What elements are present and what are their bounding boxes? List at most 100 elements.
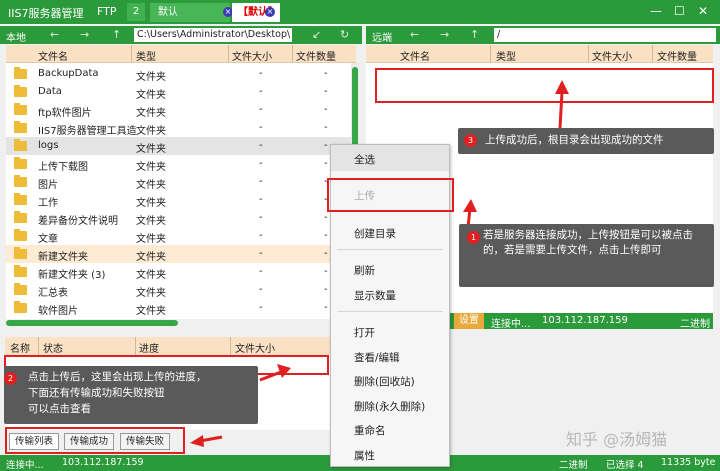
folder-icon	[14, 157, 27, 169]
menu-delete-recycle[interactable]: 删除(回收站)	[354, 374, 415, 389]
menu-open[interactable]: 打开	[354, 325, 375, 340]
file-row[interactable]: 新建文件夹 (3) 文件夹 - -	[6, 263, 351, 281]
file-row[interactable]: Data 文件夹 - -	[6, 83, 351, 101]
file-row[interactable]: 新建文件夹 文件夹 - -	[6, 245, 351, 263]
file-type: 文件夹	[136, 306, 166, 317]
badge-3: 3	[464, 134, 477, 147]
note-2-line-3: 可以点击查看	[28, 403, 91, 415]
file-count: -	[324, 122, 328, 133]
local-label: 本地	[6, 33, 26, 44]
file-size: -	[259, 68, 263, 79]
refresh-icon[interactable]: ↻	[340, 28, 349, 41]
file-type: 文件夹	[136, 216, 166, 227]
remote-highlight-box	[375, 68, 714, 103]
file-type: 文件夹	[136, 126, 166, 137]
maximize-icon[interactable]: ☐	[674, 4, 685, 18]
col-filesize[interactable]: 文件大小	[235, 340, 275, 355]
tab-number[interactable]: 2	[127, 3, 145, 21]
tab-default[interactable]: 默认	[150, 3, 230, 22]
arrow-up-icon[interactable]: ↑	[112, 28, 121, 41]
menu-properties[interactable]: 属性	[354, 448, 375, 463]
folder-icon	[14, 121, 27, 133]
app-title: IIS7服务器管理	[8, 7, 84, 20]
menu-create-directory[interactable]: 创建目录	[354, 226, 396, 241]
file-name: 图片	[38, 180, 58, 191]
menu-select-all[interactable]: 全选	[354, 152, 375, 167]
file-name: 新建文件夹 (3)	[38, 270, 106, 281]
folder-icon	[14, 67, 27, 79]
arrow-left-icon[interactable]: ←	[410, 28, 419, 41]
file-row[interactable]: 文章 文件夹 - -	[6, 227, 351, 245]
file-row[interactable]: 软件图片 文件夹 - -	[6, 299, 351, 317]
col-progress[interactable]: 进度	[139, 340, 159, 355]
file-count: -	[324, 230, 328, 241]
col-filename[interactable]: 文件名	[400, 48, 430, 63]
file-type: 文件夹	[136, 108, 166, 119]
col-type[interactable]: 类型	[136, 48, 156, 63]
file-row[interactable]: 差异备份文件说明 文件夹 - -	[6, 209, 351, 227]
file-count: -	[324, 266, 328, 277]
note-2-line-2: 下面还有传输成功和失败按钮	[28, 387, 165, 399]
file-size: -	[259, 266, 263, 277]
menu-hover-highlight	[331, 145, 449, 171]
menu-show-count[interactable]: 显示数量	[354, 288, 396, 303]
note-2-line-1: 点击上传后，这里会出现上传的进度，	[28, 371, 207, 383]
remote-label: 远端	[372, 33, 392, 44]
file-row[interactable]: logs 文件夹 - -	[6, 137, 351, 155]
remote-connection-status: 连接中...	[491, 319, 531, 330]
close-window-icon[interactable]: ✕	[698, 4, 708, 18]
file-count: -	[324, 284, 328, 295]
folder-icon	[14, 283, 27, 295]
col-count[interactable]: 文件数量	[657, 48, 697, 63]
col-count[interactable]: 文件数量	[296, 48, 336, 63]
arrow-right-icon[interactable]: →	[440, 28, 449, 41]
col-status[interactable]: 状态	[43, 340, 63, 355]
file-row[interactable]: ftp软件图片 文件夹 - -	[6, 101, 351, 119]
arrow-left-icon[interactable]: ←	[50, 28, 59, 41]
arrow-down-left-icon[interactable]: ↙	[312, 28, 321, 41]
remote-path-bar: 远端 ← → ↑ /	[366, 26, 720, 44]
tab-default-label: 默认	[158, 7, 178, 18]
file-size: -	[259, 212, 263, 223]
file-row[interactable]: 上传下载图 文件夹 - -	[6, 155, 351, 173]
file-row[interactable]: 汇总表 文件夹 - -	[6, 281, 351, 299]
file-size: -	[259, 248, 263, 259]
folder-icon	[14, 85, 27, 97]
col-name[interactable]: 名称	[10, 340, 30, 355]
remote-path-input[interactable]: /	[494, 28, 716, 42]
file-count: -	[324, 158, 328, 169]
menu-rename[interactable]: 重命名	[354, 423, 386, 438]
file-row[interactable]: IIS7服务器管理工具造 文件夹 - -	[6, 119, 351, 137]
col-type[interactable]: 类型	[496, 48, 516, 63]
file-count: -	[324, 248, 328, 259]
col-size[interactable]: 文件大小	[232, 48, 272, 63]
file-name: logs	[38, 140, 59, 151]
file-count: -	[324, 68, 328, 79]
badge-2: 2	[4, 372, 17, 385]
file-size: -	[259, 302, 263, 313]
local-horizontal-scrollbar[interactable]	[6, 320, 178, 326]
menu-view-edit[interactable]: 查看/编辑	[354, 350, 400, 365]
local-file-list[interactable]: BackupData 文件夹 - - Data 文件夹 - - ftp软件图片 …	[6, 63, 351, 319]
minimize-icon[interactable]: —	[650, 4, 662, 18]
file-type: 文件夹	[136, 198, 166, 209]
folder-icon	[14, 229, 27, 241]
tab-close-icon[interactable]: ×	[265, 7, 275, 17]
file-row[interactable]: 图片 文件夹 - -	[6, 173, 351, 191]
server-ip: 103.112.187.159	[62, 457, 144, 468]
menu-delete-permanent[interactable]: 删除(永久删除)	[354, 399, 425, 414]
arrow-to-tabs	[199, 435, 223, 443]
file-row[interactable]: BackupData 文件夹 - -	[6, 65, 351, 83]
arrow-right-icon[interactable]: →	[80, 28, 89, 41]
menu-refresh[interactable]: 刷新	[354, 263, 375, 278]
arrow-up-icon[interactable]: ↑	[470, 28, 479, 41]
file-row[interactable]: 工作 文件夹 - -	[6, 191, 351, 209]
badge-1: 1	[467, 231, 480, 244]
settings-button[interactable]: 设置	[454, 313, 484, 329]
col-size[interactable]: 文件大小	[592, 48, 632, 63]
ftp-label[interactable]: FTP	[97, 5, 117, 18]
local-path-input[interactable]: C:\Users\Administrator\Desktop\	[134, 28, 292, 42]
col-filename[interactable]: 文件名	[38, 48, 68, 63]
file-type: 文件夹	[136, 288, 166, 299]
file-name: 上传下载图	[38, 162, 88, 173]
